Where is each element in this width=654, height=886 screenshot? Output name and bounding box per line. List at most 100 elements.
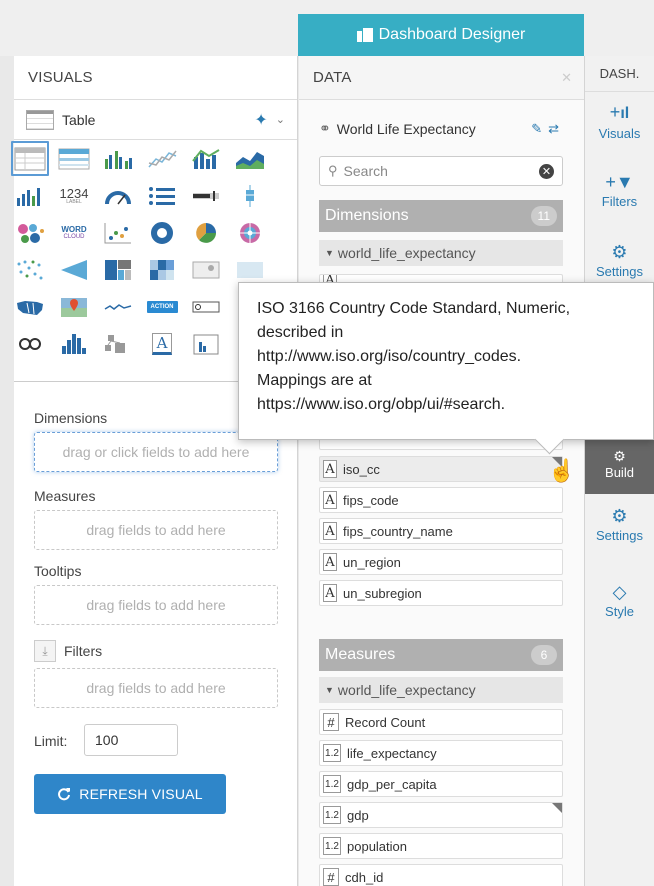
tooltips-dropzone[interactable]: drag fields to add here <box>34 585 278 625</box>
clear-search-icon[interactable]: ✕ <box>539 163 554 179</box>
visual-pie-option[interactable] <box>186 214 226 251</box>
visual-packed-bubbles-option[interactable] <box>10 214 50 251</box>
search-placeholder: Search <box>343 163 388 179</box>
field-name: cdh_id <box>345 869 384 885</box>
data-header: DATA <box>299 56 584 100</box>
dimensions-table-row[interactable]: ▼ world_life_expectancy <box>319 240 563 266</box>
scatter-icon <box>104 222 131 243</box>
visual-donut-option[interactable] <box>142 214 182 251</box>
visual-cross-tab-option[interactable] <box>54 140 94 177</box>
action-text: ACTION <box>146 300 178 313</box>
dataset-name: World Life Expectancy <box>336 120 476 137</box>
visual-table-option[interactable] <box>10 140 50 177</box>
visual-radial-option[interactable] <box>230 214 270 251</box>
field-name: gdp_per_capita <box>347 776 437 792</box>
dimension-field-fips-code[interactable]: A fips_code <box>319 487 563 513</box>
visual-action-option[interactable]: ACTION <box>142 288 182 325</box>
refresh-visual-label: REFRESH VISUAL <box>79 786 203 802</box>
shuffle-icon[interactable]: ⇄ <box>548 121 559 137</box>
kpi-subtext: LABEL <box>66 198 82 205</box>
field-menu-corner[interactable] <box>552 803 562 813</box>
field-stats-icon <box>193 334 219 354</box>
sparkle-icon[interactable]: ✦ <box>254 110 267 130</box>
visual-settings-button[interactable]: ⚙ Settings <box>585 506 654 543</box>
visual-heatmap-option[interactable] <box>142 251 182 288</box>
bullet-icon <box>193 190 219 201</box>
measure-field-life-expectancy[interactable]: 1.2 life_expectancy <box>319 740 563 766</box>
measure-field-cdh-id[interactable]: # cdh_id <box>319 864 563 886</box>
packed-bubbles-icon <box>18 223 44 243</box>
visual-scatter-option[interactable] <box>98 214 138 251</box>
measure-field-gdp-per-capita[interactable]: 1.2 gdp_per_capita <box>319 771 563 797</box>
measures-section-label: Measures <box>325 646 396 663</box>
grid-icon <box>237 261 263 278</box>
visual-search-option[interactable] <box>186 288 226 325</box>
measures-shelf-label: Measures <box>34 488 96 504</box>
dash-visuals-label: Visuals <box>598 126 641 141</box>
build-button[interactable]: ⚙ Build <box>585 432 654 494</box>
measures-section-header[interactable]: Measures 6 <box>319 639 563 671</box>
visual-boxplot-option[interactable] <box>230 177 270 214</box>
edit-pencil-icon[interactable]: ✎ <box>531 121 542 137</box>
field-name: fips_country_name <box>343 523 453 539</box>
data-title: DATA <box>313 69 352 86</box>
measures-table-row[interactable]: ▼ world_life_expectancy <box>319 677 563 703</box>
dash-settings-button[interactable]: ⚙ Settings <box>585 242 654 282</box>
refresh-visual-button[interactable]: REFRESH VISUAL <box>34 774 226 814</box>
visual-interactive-map-option[interactable] <box>54 288 94 325</box>
decimal-type-badge: 1.2 <box>323 744 341 762</box>
visual-dendrogram-option[interactable] <box>98 325 138 362</box>
visual-field-stats-option[interactable] <box>186 325 226 362</box>
visual-lines-option[interactable] <box>142 140 182 177</box>
dimension-field-un-region[interactable]: A un_region <box>319 549 563 575</box>
caret-down-icon: ▼ <box>325 248 334 258</box>
visual-grouped-bars-option[interactable] <box>98 140 138 177</box>
data-search-box[interactable]: ⚲ Search ✕ <box>319 156 563 186</box>
image-icon <box>192 261 220 278</box>
visual-correlation-option[interactable] <box>10 325 50 362</box>
chevron-down-icon[interactable]: ⌄ <box>276 113 285 126</box>
close-icon[interactable]: ✕ <box>561 70 572 86</box>
visual-type-grid: 1234 LABEL WORD CLOUD ACTION A <box>10 140 270 378</box>
dimension-field-iso-cc[interactable]: A iso_cc <box>319 456 563 482</box>
visual-word-cloud-option[interactable]: WORD CLOUD <box>54 214 94 251</box>
table-icon <box>26 109 54 130</box>
visual-areas-option[interactable] <box>230 140 270 177</box>
dashboard-designer-tab[interactable]: Dashboard Designer <box>298 14 584 56</box>
visual-packed-bubbles-list-option[interactable] <box>142 177 182 214</box>
visual-type-selector[interactable]: Table ✦ ⌄ <box>14 100 297 140</box>
dash-filters-button[interactable]: +▼ Filters <box>585 172 654 209</box>
visual-style-button[interactable]: ◇ Style <box>585 582 654 619</box>
visual-network-option[interactable] <box>10 251 50 288</box>
dimensions-section-header[interactable]: Dimensions 11 <box>319 200 563 232</box>
visual-sparklines-option[interactable] <box>98 288 138 325</box>
visual-histogram-option[interactable] <box>54 325 94 362</box>
measures-dropzone[interactable]: drag fields to add here <box>34 510 278 550</box>
measure-field-population[interactable]: 1.2 population <box>319 833 563 859</box>
visual-kpi-option[interactable]: 1234 LABEL <box>54 177 94 214</box>
visual-bars-option[interactable] <box>10 177 50 214</box>
dimension-field-fips-country-name[interactable]: A fips_country_name <box>319 518 563 544</box>
visual-bullet-option[interactable] <box>186 177 226 214</box>
visual-gauge-option[interactable] <box>98 177 138 214</box>
field-name: gdp <box>347 807 369 823</box>
visual-rich-text-option[interactable]: A <box>142 325 182 362</box>
visual-treemap-option[interactable] <box>98 251 138 288</box>
cross-tab-icon <box>58 148 90 169</box>
filters-dropzone[interactable]: drag fields to add here <box>34 668 278 708</box>
download-icon[interactable]: ⤓ <box>34 640 56 662</box>
visual-funnel-option[interactable] <box>54 251 94 288</box>
visual-style-label: Style <box>605 604 634 619</box>
measure-field-record-count[interactable]: # Record Count <box>319 709 563 735</box>
visual-map-option[interactable] <box>10 288 50 325</box>
dimensions-table-name: world_life_expectancy <box>337 245 476 261</box>
tooltip-line: Mappings are at <box>257 372 372 389</box>
limit-input[interactable] <box>84 724 178 756</box>
visual-image-option[interactable] <box>186 251 226 288</box>
measure-field-gdp[interactable]: 1.2 gdp <box>319 802 563 828</box>
visual-combo-option[interactable] <box>186 140 226 177</box>
dimension-field-un-subregion[interactable]: A un_subregion <box>319 580 563 606</box>
gears-icon: ⚙ <box>611 506 628 526</box>
dash-visuals-button[interactable]: +ıl Visuals <box>585 102 654 141</box>
data-panel: DATA ✕ ⚭ World Life Expectancy ✎ ⇄ ⚲ Sea… <box>299 56 585 886</box>
